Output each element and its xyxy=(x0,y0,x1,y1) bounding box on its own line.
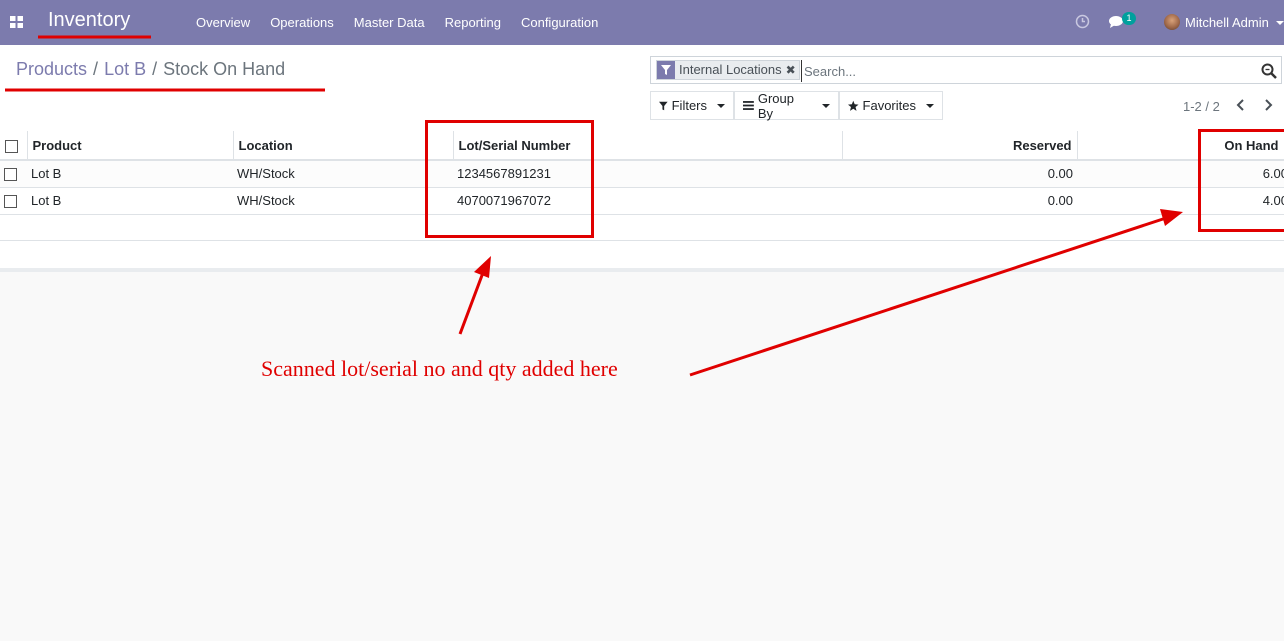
app-title[interactable]: Inventory xyxy=(48,9,130,32)
apps-menu-icon[interactable] xyxy=(10,16,23,28)
row-select-cell xyxy=(0,186,27,214)
select-all-cell xyxy=(0,131,28,161)
breadcrumb: Products / Lot B / Stock On Hand xyxy=(16,59,285,80)
menu-item-reporting[interactable]: Reporting xyxy=(435,0,511,45)
group-by-button[interactable]: Group By xyxy=(734,90,839,121)
menu-item-configuration[interactable]: Configuration xyxy=(511,0,608,45)
pager-value[interactable]: 1-2 / 2 xyxy=(1183,99,1220,114)
column-header-on-hand[interactable]: On Hand xyxy=(1077,131,1284,161)
empty-row xyxy=(0,239,1284,266)
menu-item-overview[interactable]: Overview xyxy=(186,0,260,45)
row-checkbox[interactable] xyxy=(4,168,17,182)
user-avatar[interactable] xyxy=(1164,14,1180,30)
caret-down-icon xyxy=(717,103,725,108)
favorites-label: Favorites xyxy=(862,98,916,113)
caret-down-icon xyxy=(926,103,934,108)
user-name[interactable]: Mitchell Admin xyxy=(1185,15,1269,30)
filter-facet-icon xyxy=(657,61,675,79)
table-row[interactable]: Lot B WH/Stock 4070071967072 0.00 4.00 xyxy=(0,186,1284,214)
cell-on-hand[interactable]: 4.00 xyxy=(1077,186,1284,214)
cell-location[interactable]: WH/Stock xyxy=(233,186,453,214)
filters-label: Filters xyxy=(671,98,707,113)
list-view: Product Location Lot/Serial Number Reser… xyxy=(0,131,1284,269)
pager-next-icon[interactable] xyxy=(1261,97,1275,113)
stock-table: Product Location Lot/Serial Number Reser… xyxy=(0,131,1284,266)
cell-lot-serial[interactable]: 4070071967072 xyxy=(453,186,842,214)
row-checkbox[interactable] xyxy=(4,195,17,209)
top-navbar: Inventory Overview Operations Master Dat… xyxy=(0,0,1284,45)
select-all-checkbox[interactable] xyxy=(5,139,18,153)
column-header-location[interactable]: Location xyxy=(233,131,454,161)
breadcrumb-lot-b[interactable]: Lot B xyxy=(104,59,146,80)
list-footer-divider xyxy=(0,268,1284,272)
annotation-text: Scanned lot/serial no and qty added here xyxy=(261,356,618,381)
favorites-button[interactable]: Favorites xyxy=(839,91,943,120)
facet-remove-icon[interactable]: ✖ xyxy=(786,61,799,79)
breadcrumb-separator: / xyxy=(152,59,158,79)
cell-reserved[interactable]: 0.00 xyxy=(842,186,1077,214)
search-box: Internal Locations ✖ xyxy=(650,56,1282,84)
column-header-reserved[interactable]: Reserved xyxy=(842,131,1078,161)
column-header-lot-serial[interactable]: Lot/Serial Number xyxy=(453,131,843,161)
table-row[interactable]: Lot B WH/Stock 1234567891231 0.00 6.00 xyxy=(0,159,1284,187)
annotation-arrow-lot-line xyxy=(458,269,486,335)
user-menu-caret-icon[interactable] xyxy=(1276,21,1284,25)
cell-lot-serial[interactable]: 1234567891231 xyxy=(453,159,842,187)
facet-label: Internal Locations xyxy=(679,62,782,77)
cell-product[interactable]: Lot B xyxy=(27,159,233,187)
filter-icon xyxy=(659,101,668,110)
cell-product[interactable]: Lot B xyxy=(27,186,233,214)
search-icon[interactable] xyxy=(1261,63,1277,79)
group-by-label: Group By xyxy=(757,90,794,121)
search-facet: Internal Locations ✖ xyxy=(656,60,800,80)
activity-clock-icon[interactable] xyxy=(1075,14,1090,29)
cell-on-hand[interactable]: 6.00 xyxy=(1077,159,1284,187)
table-header-row: Product Location Lot/Serial Number Reser… xyxy=(0,131,1284,161)
breadcrumb-separator: / xyxy=(93,59,99,79)
cell-reserved[interactable]: 0.00 xyxy=(842,159,1077,187)
pager-previous-icon[interactable] xyxy=(1234,97,1248,113)
cell-location[interactable]: WH/Stock xyxy=(233,159,453,187)
breadcrumb-current: Stock On Hand xyxy=(163,59,286,79)
filters-button[interactable]: Filters xyxy=(650,91,734,120)
star-icon xyxy=(848,100,859,111)
control-panel: Products / Lot B / Stock On Hand Interna… xyxy=(0,45,1284,132)
menu-item-master-data[interactable]: Master Data xyxy=(344,0,435,45)
menu-item-operations[interactable]: Operations xyxy=(260,0,344,45)
list-icon xyxy=(743,101,754,110)
caret-down-icon xyxy=(822,103,830,108)
row-select-cell xyxy=(0,159,27,187)
search-input[interactable] xyxy=(801,60,1246,82)
empty-row xyxy=(0,213,1284,240)
main-menu: Overview Operations Master Data Reportin… xyxy=(186,0,608,45)
message-count-badge: 1 xyxy=(1122,12,1136,25)
breadcrumb-products[interactable]: Products xyxy=(16,59,87,80)
column-header-product[interactable]: Product xyxy=(27,131,234,161)
